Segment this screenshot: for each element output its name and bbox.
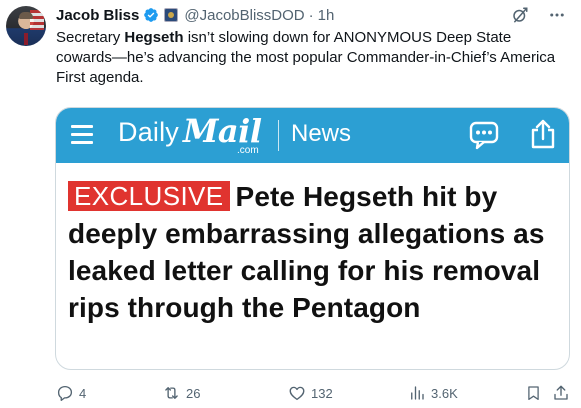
share-post-icon xyxy=(554,385,568,400)
like-count: 132 xyxy=(311,385,333,401)
tweet-text-bold: Hegseth xyxy=(124,29,184,46)
flag-backdrop xyxy=(30,10,44,30)
affiliate-badge-icon[interactable] xyxy=(164,8,179,22)
reply-icon xyxy=(57,385,73,401)
action-bar: 4 26 132 3.6K xyxy=(56,384,571,406)
repost-count: 26 xyxy=(186,385,201,401)
views-button[interactable]: 3.6K xyxy=(408,384,458,402)
section-label: News xyxy=(291,120,352,147)
avatar[interactable] xyxy=(6,6,46,46)
views-count: 3.6K xyxy=(431,385,458,401)
repost-button[interactable]: 26 xyxy=(162,384,200,402)
tweet[interactable]: Jacob Bliss @JacobBlissDOD · 1h Secretar… xyxy=(0,0,581,408)
brand-com: .com xyxy=(237,145,259,156)
author-name[interactable]: Jacob Bliss xyxy=(56,7,139,24)
brand-daily: Daily xyxy=(118,117,180,147)
views-icon xyxy=(411,386,424,400)
tweet-text: Secretary Hegseth isn’t slowing down for… xyxy=(56,29,556,86)
grok-icon[interactable] xyxy=(511,6,529,24)
reply-count: 4 xyxy=(79,385,87,401)
top-icons xyxy=(511,6,567,24)
like-button[interactable]: 132 xyxy=(288,384,333,402)
repost-icon xyxy=(165,387,178,399)
link-card[interactable]: Daily Mail .com News EXCLUSIVE Pete Hegse… xyxy=(55,107,570,370)
bookmark-button[interactable] xyxy=(525,384,542,402)
author-handle[interactable]: @JacobBlissDOD xyxy=(184,7,304,24)
bookmark-icon xyxy=(528,386,539,401)
tweet-header: Jacob Bliss @JacobBlissDOD · 1h xyxy=(56,6,335,24)
share-icon xyxy=(531,119,555,149)
exclusive-tag: EXCLUSIVE xyxy=(68,181,230,211)
dailymail-header-bar: Daily Mail .com News xyxy=(56,108,569,163)
hamburger-icon xyxy=(71,125,93,145)
article-headline: EXCLUSIVE Pete Hegseth hit by deeply emba… xyxy=(68,181,545,323)
comment-icon xyxy=(469,121,499,150)
more-icon[interactable] xyxy=(547,6,567,24)
like-icon xyxy=(289,386,305,401)
verified-badge-icon xyxy=(144,8,159,22)
reply-button[interactable]: 4 xyxy=(56,384,86,402)
share-post-button[interactable] xyxy=(552,384,570,402)
post-time[interactable]: 1h xyxy=(318,7,335,24)
brand-divider xyxy=(278,120,279,151)
